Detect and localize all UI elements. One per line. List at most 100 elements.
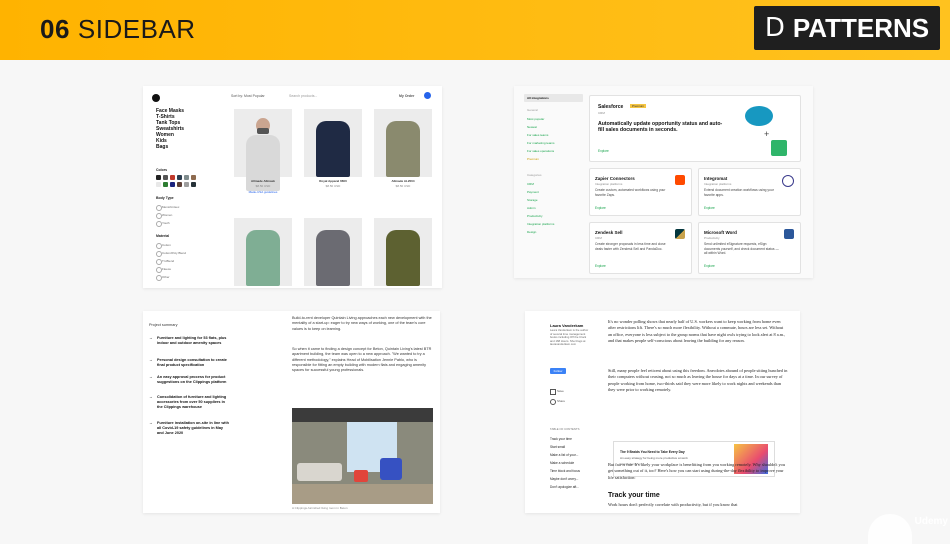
save-icon[interactable] [550, 389, 556, 395]
color-swatch[interactable] [191, 182, 196, 187]
search-input[interactable]: Search products... [289, 94, 317, 98]
color-swatch[interactable] [156, 175, 161, 180]
integration-category: CRM [595, 236, 602, 240]
arrow-icon: → [149, 421, 153, 425]
bullet-text: Personal design consultation to create f… [157, 358, 227, 367]
color-swatch[interactable] [177, 175, 182, 180]
color-swatch[interactable] [184, 182, 189, 187]
sidebar-link[interactable]: Integration platforms [527, 222, 554, 226]
sidebar-link[interactable]: Premium [527, 157, 539, 161]
color-swatch[interactable] [184, 175, 189, 180]
sidebar-link[interactable]: For marketing teams [527, 141, 555, 145]
color-swatch[interactable] [191, 175, 196, 180]
filter-sidebar: Face Masks T-Shirts Tank Tops Sweatshirt… [151, 86, 221, 288]
save-label[interactable]: Save [557, 389, 564, 393]
toc-item[interactable]: Track your time [550, 437, 572, 441]
body-type-filter-title[interactable]: Body Type [156, 196, 174, 200]
color-swatch[interactable] [170, 175, 175, 180]
integration-name: Zapier Connectors [595, 176, 635, 181]
sidebar-link[interactable]: Most popular [527, 117, 544, 121]
toc-item[interactable]: Make a schedule [550, 461, 574, 465]
explore-link[interactable]: Explore [704, 264, 715, 268]
mask-image [257, 128, 269, 134]
integration-card[interactable]: Zendesk Sell CRM Create stronger proposa… [589, 222, 692, 274]
color-swatch[interactable] [156, 182, 161, 187]
sidebar-link[interactable]: Productivity [527, 214, 543, 218]
sidebar-link[interactable]: Admin [527, 206, 536, 210]
toc-item[interactable]: Make a list of your... [550, 453, 578, 457]
summary-bullet: → Consolidation of furniture and lighting… [149, 395, 229, 410]
color-swatch[interactable] [170, 182, 175, 187]
toc-item[interactable]: Start small [550, 445, 565, 449]
explore-link[interactable]: Explore [595, 264, 606, 268]
product-card[interactable] [234, 218, 292, 286]
sidebar-link[interactable]: Design [527, 230, 536, 234]
udemy-logo-icon [868, 514, 912, 544]
shirt-image [316, 121, 350, 177]
store-logo[interactable] [152, 94, 160, 102]
sidebar-item-all-integrations[interactable]: All integrations [524, 94, 583, 102]
my-order-button[interactable]: My Order [399, 94, 414, 98]
sort-dropdown[interactable]: Sort by: Most Popular [231, 94, 265, 98]
integration-card[interactable]: Integromat Integration platforms Extend … [698, 168, 801, 216]
premium-badge: Premium [630, 104, 647, 108]
product-name[interactable]: Allmade AL2004 [374, 179, 432, 183]
ceiling [292, 408, 433, 422]
color-swatch[interactable] [177, 182, 182, 187]
summary-bullet: → Personal design consultation to create … [149, 358, 229, 368]
product-card[interactable] [374, 109, 432, 177]
sidebar-link[interactable]: For sales teams [527, 133, 548, 137]
color-swatch[interactable] [163, 175, 168, 180]
colors-filter-title[interactable]: Colors [156, 168, 167, 172]
integration-description: Extend document creation workflows using… [704, 188, 774, 197]
section-number: 06 [40, 14, 70, 44]
sidebar-group-label: General [527, 108, 538, 112]
product-card[interactable] [304, 109, 362, 177]
product-card[interactable] [234, 109, 292, 191]
product-card[interactable] [374, 218, 432, 286]
sidebar-link[interactable]: CRM [527, 182, 534, 186]
sidebar-link[interactable]: Payment [527, 190, 539, 194]
sidebar-link[interactable]: Storage [527, 198, 538, 202]
integration-card[interactable]: Zapier Connectors Integration platforms … [589, 168, 692, 216]
bullet-text: Furniture and lighting for 53 flats, plu… [157, 336, 227, 345]
featured-integration-card[interactable]: Salesforce Premium CRM Automatically upd… [589, 95, 801, 162]
product-price: $8.50 USD [325, 184, 341, 188]
toc-item[interactable]: Don't apologize aft... [550, 485, 579, 489]
guidelines-link[interactable]: Made-USA guidelines [234, 190, 292, 194]
cart-icon[interactable] [424, 92, 431, 99]
author-bio: Laura Vanderkam is the author of several… [550, 328, 589, 347]
share-icon[interactable] [550, 399, 556, 405]
sidebar-link[interactable]: Newest [527, 125, 537, 129]
material-option: Tri-Blend [162, 259, 175, 263]
case-study-sidebar-example: Project summary → Furniture and lighting … [143, 311, 440, 513]
product-name[interactable]: Royal Apparel 6600 [304, 179, 362, 183]
explore-link[interactable]: Explore [598, 149, 609, 153]
sidebar-link[interactable]: For sales operations [527, 149, 554, 153]
color-swatch[interactable] [163, 182, 168, 187]
arrow-icon: → [149, 395, 153, 399]
product-card[interactable] [304, 218, 362, 286]
related-title: The 9 Braids You Need to Take Every Day [620, 450, 685, 454]
share-label[interactable]: Share [557, 399, 565, 403]
integration-name: Microsoft Word [704, 230, 737, 235]
sofa [297, 463, 342, 481]
product-price: $8.50 USD [395, 184, 411, 188]
explore-link[interactable]: Explore [704, 206, 715, 210]
toc-item[interactable]: Time block and focus [550, 469, 580, 473]
material-option: Other [162, 275, 170, 279]
shirt-image [246, 230, 280, 286]
product-name[interactable]: Allmade Allmask [234, 179, 292, 183]
article-sidebar-example: Laura Vanderkam Laura Vanderkam is the a… [525, 311, 800, 513]
integration-card[interactable]: Microsoft Word Productivity Send unlimit… [698, 222, 801, 274]
side-table [354, 470, 368, 482]
follow-button[interactable]: Follow [550, 368, 566, 374]
article-paragraph: It's no wonder polling shows that nearly… [608, 319, 786, 344]
category-link[interactable]: Bags [156, 144, 168, 150]
integration-category: Integration platforms [595, 182, 623, 186]
arrow-icon: → [149, 358, 153, 362]
toc-item[interactable]: Maybe don't worry... [550, 477, 578, 481]
integrations-sidebar-example: All integrations General Most popular Ne… [514, 86, 813, 278]
material-filter-title[interactable]: Material [156, 234, 169, 238]
explore-link[interactable]: Explore [595, 206, 606, 210]
